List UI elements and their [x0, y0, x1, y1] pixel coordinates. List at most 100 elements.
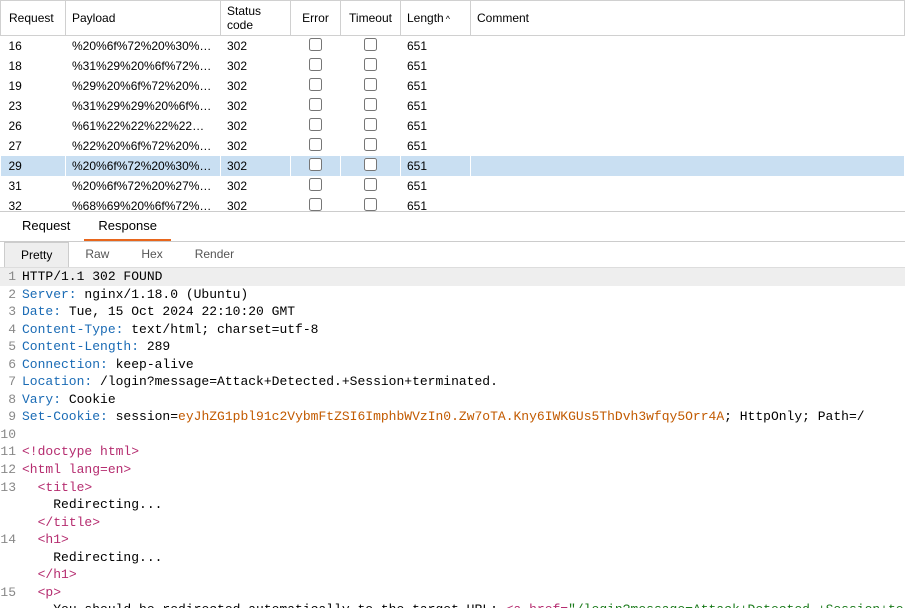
- col-timeout[interactable]: Timeout: [341, 1, 401, 36]
- cell-error: [291, 36, 341, 57]
- cell-length: 651: [401, 196, 471, 212]
- col-error[interactable]: Error: [291, 1, 341, 36]
- body-html-open: <html lang=en>: [22, 461, 905, 479]
- line-num: 14: [0, 531, 22, 584]
- error-checkbox[interactable]: [309, 38, 322, 51]
- tab-request[interactable]: Request: [8, 212, 84, 241]
- header-content-type: Content-Type: text/html; charset=utf-8: [22, 321, 905, 339]
- cell-request: 18: [1, 56, 66, 76]
- cell-error: [291, 96, 341, 116]
- tab-hex[interactable]: Hex: [125, 242, 178, 267]
- timeout-checkbox[interactable]: [364, 98, 377, 111]
- cell-request: 16: [1, 36, 66, 57]
- cell-payload: %20%6f%72%20%27%61…: [66, 176, 221, 196]
- cell-length: 651: [401, 56, 471, 76]
- response-body[interactable]: 1HTTP/1.1 302 FOUND 2Server: nginx/1.18.…: [0, 268, 905, 608]
- cell-payload: %20%6f%72%20%30%3d…: [66, 156, 221, 176]
- timeout-checkbox[interactable]: [364, 198, 377, 211]
- line-num: 9: [0, 408, 22, 426]
- table-row[interactable]: 19%29%20%6f%72%20%28…302 651: [1, 76, 905, 96]
- header-location: Location: /login?message=Attack+Detected…: [22, 373, 905, 391]
- tab-raw[interactable]: Raw: [69, 242, 125, 267]
- col-payload[interactable]: Payload: [66, 1, 221, 36]
- cell-status: 302: [221, 76, 291, 96]
- body-doctype: <!doctype html>: [22, 443, 905, 461]
- table-row[interactable]: 29%20%6f%72%20%30%3d…302651: [1, 156, 905, 176]
- cell-length: 651: [401, 156, 471, 176]
- error-checkbox[interactable]: [309, 138, 322, 151]
- col-status[interactable]: Status code: [221, 1, 291, 36]
- table-row[interactable]: 26%61%22%22%22%22%20…302651: [1, 116, 905, 136]
- cell-error: [291, 136, 341, 156]
- cell-timeout: [341, 56, 401, 76]
- timeout-checkbox[interactable]: [364, 158, 377, 171]
- line-num: 10: [0, 426, 22, 444]
- cell-payload: %29%20%6f%72%20%28…: [66, 76, 221, 96]
- error-checkbox[interactable]: [309, 158, 322, 171]
- error-checkbox[interactable]: [309, 178, 322, 191]
- error-checkbox[interactable]: [309, 198, 322, 211]
- cell-timeout: [341, 96, 401, 116]
- error-checkbox[interactable]: [309, 78, 322, 91]
- cell-timeout: [341, 176, 401, 196]
- cell-comment: [471, 156, 905, 176]
- cell-payload: %22%20%6f%72%20%62…: [66, 136, 221, 156]
- cell-length: 651: [401, 36, 471, 57]
- header-date: Date: Tue, 15 Oct 2024 22:10:20 GMT: [22, 303, 905, 321]
- cell-request: 29: [1, 156, 66, 176]
- cell-length: 651: [401, 76, 471, 96]
- header-content-length: Content-Length: 289: [22, 338, 905, 356]
- cell-comment: [471, 176, 905, 196]
- cell-comment: [471, 116, 905, 136]
- cell-status: 302: [221, 176, 291, 196]
- tab-response[interactable]: Response: [84, 212, 171, 241]
- header-vary: Vary: Cookie: [22, 391, 905, 409]
- timeout-checkbox[interactable]: [364, 38, 377, 51]
- col-comment[interactable]: Comment: [471, 1, 905, 36]
- results-table: Request Payload Status code Error Timeou…: [0, 0, 905, 212]
- cell-request: 32: [1, 196, 66, 212]
- cell-length: 651: [401, 96, 471, 116]
- table-row[interactable]: 32%68%69%20%6f%72%20…302651: [1, 196, 905, 212]
- timeout-checkbox[interactable]: [364, 58, 377, 71]
- line-num: 5: [0, 338, 22, 356]
- line-num: 11: [0, 443, 22, 461]
- table-row[interactable]: 31%20%6f%72%20%27%61…302651: [1, 176, 905, 196]
- col-length[interactable]: Length^: [401, 1, 471, 36]
- cell-error: [291, 116, 341, 136]
- line-num: 4: [0, 321, 22, 339]
- table-row[interactable]: 16%20%6f%72%20%30%3d…302 651: [1, 36, 905, 57]
- cell-timeout: [341, 76, 401, 96]
- timeout-checkbox[interactable]: [364, 118, 377, 131]
- cell-comment: [471, 56, 905, 76]
- line-num: 1: [0, 268, 22, 286]
- error-checkbox[interactable]: [309, 118, 322, 131]
- header-server: Server: nginx/1.18.0 (Ubuntu): [22, 286, 905, 304]
- body-h1: <h1> Redirecting... </h1>: [22, 531, 905, 584]
- cell-comment: [471, 76, 905, 96]
- cell-request: 19: [1, 76, 66, 96]
- cell-error: [291, 56, 341, 76]
- col-request[interactable]: Request: [1, 1, 66, 36]
- table-row[interactable]: 18%31%29%20%6f%72%20…302651: [1, 56, 905, 76]
- cell-length: 651: [401, 116, 471, 136]
- timeout-checkbox[interactable]: [364, 138, 377, 151]
- line-num: 8: [0, 391, 22, 409]
- error-checkbox[interactable]: [309, 58, 322, 71]
- tab-pretty[interactable]: Pretty: [4, 242, 69, 267]
- request-response-tabs: Request Response: [0, 212, 905, 242]
- table-row[interactable]: 27%22%20%6f%72%20%62…302651: [1, 136, 905, 156]
- error-checkbox[interactable]: [309, 98, 322, 111]
- cell-payload: %31%29%29%20%6f%7…: [66, 96, 221, 116]
- timeout-checkbox[interactable]: [364, 178, 377, 191]
- tab-render[interactable]: Render: [179, 242, 250, 267]
- timeout-checkbox[interactable]: [364, 78, 377, 91]
- line-num: 12: [0, 461, 22, 479]
- cell-status: 302: [221, 136, 291, 156]
- cell-comment: [471, 136, 905, 156]
- line-num: 7: [0, 373, 22, 391]
- table-row[interactable]: 23%31%29%29%20%6f%7…302651: [1, 96, 905, 116]
- cell-payload: %20%6f%72%20%30%3d…: [66, 36, 221, 57]
- results-table-pane: Request Payload Status code Error Timeou…: [0, 0, 905, 212]
- cell-status: 302: [221, 36, 291, 57]
